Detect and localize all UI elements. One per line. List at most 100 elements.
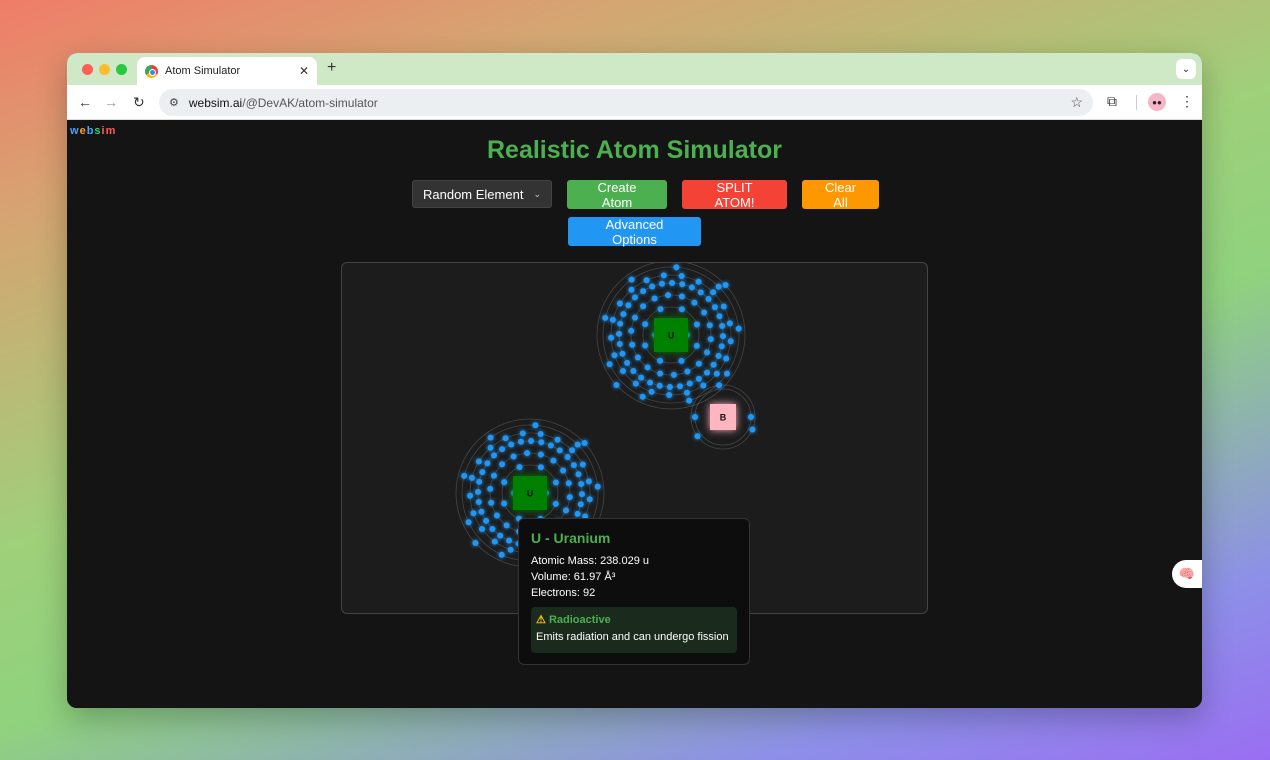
electron <box>630 368 637 374</box>
tab-bar: Atom Simulator ✕ + ⌄ <box>67 53 1202 85</box>
electron <box>678 306 685 313</box>
electron <box>516 464 523 471</box>
electron <box>616 341 623 347</box>
electron <box>632 294 638 301</box>
electron <box>617 320 624 327</box>
close-window-button[interactable] <box>82 64 93 75</box>
electron <box>493 512 500 519</box>
electron <box>684 368 691 375</box>
electron <box>642 321 649 328</box>
electron <box>518 438 524 445</box>
address-bar[interactable]: ⚙ websim.ai /@DevAK/atom-simulator ☆ <box>159 89 1093 116</box>
site-info-icon[interactable]: ⚙ <box>169 96 179 109</box>
electron <box>554 436 561 443</box>
electron <box>701 309 708 316</box>
atom-u[interactable]: U <box>596 263 746 410</box>
back-arrow-icon[interactable]: ← <box>78 94 92 110</box>
electron <box>491 538 498 545</box>
electron <box>695 278 702 285</box>
electron <box>487 434 494 441</box>
electron <box>665 292 672 299</box>
electron <box>724 370 730 377</box>
electron <box>640 303 647 310</box>
electron <box>616 330 622 337</box>
electron <box>497 532 504 539</box>
electron <box>478 508 485 515</box>
electron <box>628 286 635 293</box>
electron <box>706 322 713 329</box>
electron <box>716 382 723 389</box>
electron <box>704 349 710 356</box>
electron <box>524 450 531 457</box>
electron <box>657 357 664 364</box>
radioactive-warning: ⚠ Radioactive Emits radiation and can un… <box>531 607 737 653</box>
electron <box>710 289 717 296</box>
electron <box>649 283 656 290</box>
toolbar-divider <box>1136 95 1137 110</box>
electron <box>710 361 717 368</box>
electron <box>499 461 506 468</box>
maximize-window-button[interactable] <box>116 64 127 75</box>
tab-title: Atom Simulator <box>165 65 241 77</box>
electron <box>602 314 609 321</box>
nucleus-symbol: U <box>668 331 675 341</box>
electron <box>470 510 477 517</box>
electron <box>508 441 515 448</box>
electron <box>748 414 754 420</box>
electron <box>491 472 497 479</box>
controls-row: Random Element ⌄ Create Atom SPLIT ATOM!… <box>412 180 879 210</box>
electron <box>726 320 733 327</box>
element-select[interactable]: Random Element ⌄ <box>412 180 552 208</box>
electron <box>569 447 576 454</box>
electron <box>693 321 700 328</box>
electron <box>538 439 545 446</box>
electron <box>585 478 592 485</box>
brain-helper-icon[interactable]: 🧠 <box>1172 560 1202 588</box>
electron <box>578 481 585 487</box>
electron <box>651 295 658 302</box>
tooltip-electrons: Electrons: 92 <box>531 587 596 599</box>
chrome-favicon-icon <box>145 64 158 78</box>
electron <box>501 479 508 486</box>
nucleus-symbol: B <box>720 413 727 423</box>
electron <box>594 483 601 490</box>
electron <box>695 360 702 367</box>
electron <box>586 496 593 503</box>
split-atom-button[interactable]: SPLIT ATOM! <box>682 180 787 210</box>
electron <box>679 281 686 288</box>
bookmark-star-icon[interactable]: ☆ <box>1070 94 1083 111</box>
minimize-window-button[interactable] <box>99 64 110 75</box>
extensions-puzzle-icon[interactable]: ⧉ <box>1107 93 1117 110</box>
browser-menu-icon[interactable]: ⋮ <box>1180 93 1194 110</box>
electron <box>461 472 468 479</box>
page-content: websim Realistic Atom Simulator Random E… <box>67 120 1202 708</box>
electron <box>722 282 729 288</box>
tab-search-chevron-icon[interactable]: ⌄ <box>1176 59 1196 79</box>
electron <box>691 299 698 306</box>
clear-all-button[interactable]: Clear All <box>802 180 879 210</box>
reload-icon[interactable]: ↻ <box>133 94 145 111</box>
browser-tab[interactable]: Atom Simulator ✕ <box>137 57 317 85</box>
browser-window: Atom Simulator ✕ + ⌄ ← → ↻ ⚙ websim.ai /… <box>67 53 1202 708</box>
electron <box>608 334 615 341</box>
new-tab-button[interactable]: + <box>327 59 336 77</box>
create-atom-button[interactable]: Create Atom <box>567 180 667 210</box>
browser-toolbar: ← → ↻ ⚙ websim.ai /@DevAK/atom-simulator… <box>67 85 1202 120</box>
electron <box>510 453 517 460</box>
atom-b[interactable]: B <box>690 382 756 450</box>
tooltip-title: U - Uranium <box>531 530 611 546</box>
electron <box>575 471 582 478</box>
electron <box>506 537 513 544</box>
electron <box>669 280 676 286</box>
advanced-options-button[interactable]: Advanced Options <box>568 217 701 247</box>
forward-arrow-icon[interactable]: → <box>104 94 118 110</box>
electron <box>487 444 494 451</box>
tab-close-icon[interactable]: ✕ <box>299 64 309 78</box>
element-tooltip: U - Uranium Atomic Mass: 238.029 u Volum… <box>518 518 750 665</box>
url-host: websim.ai <box>188 95 243 110</box>
electron <box>749 426 756 433</box>
electron <box>705 296 712 302</box>
electron <box>489 526 496 532</box>
profile-avatar[interactable]: ●● <box>1148 93 1166 111</box>
electron <box>639 393 646 400</box>
